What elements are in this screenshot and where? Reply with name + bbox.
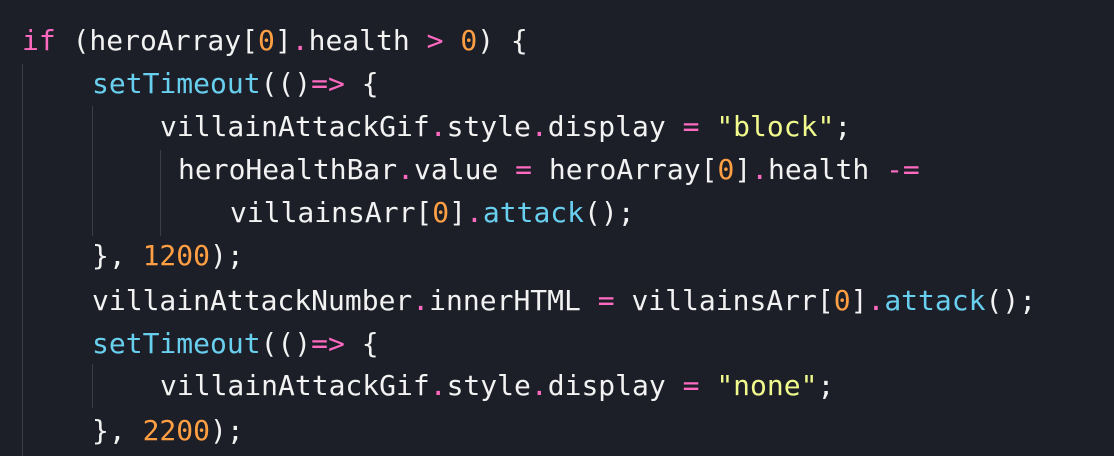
code-token: attack: [482, 196, 585, 229]
code-token: villainAttackNumber: [92, 284, 413, 317]
code-token: health: [768, 153, 887, 186]
code-token: .: [429, 110, 447, 143]
code-token: {: [344, 67, 379, 100]
code-token: if: [22, 24, 56, 57]
code-token: ) {: [477, 24, 528, 57]
code-token: =: [515, 153, 533, 186]
code-token: >: [426, 24, 444, 57]
code-editor[interactable]: if (heroArray[0].health > 0) { setTimeou…: [0, 0, 1114, 456]
code-token: );: [210, 239, 244, 272]
code-token: display: [547, 369, 683, 402]
code-token: ;: [817, 369, 835, 402]
code-token: 0: [833, 284, 851, 317]
code-token: (heroArray[: [55, 24, 259, 57]
code-line[interactable]: villainAttackGif.style.display = "none";: [160, 364, 834, 407]
code-token: ();: [584, 196, 635, 229]
code-token: .: [751, 153, 769, 186]
code-token: =: [682, 110, 700, 143]
code-line[interactable]: villainAttackGif.style.display = "block"…: [160, 105, 851, 148]
indent-guide: [160, 150, 161, 236]
code-line[interactable]: setTimeout(()=> {: [92, 322, 379, 365]
code-token: setTimeout: [92, 67, 261, 100]
code-token: .: [291, 24, 309, 57]
code-token: attack: [884, 284, 986, 317]
code-token: =: [682, 369, 700, 402]
code-token: .: [429, 369, 447, 402]
code-token: health: [308, 24, 427, 57]
code-token: {: [344, 327, 379, 360]
code-token: ]: [449, 196, 467, 229]
code-token: value: [414, 153, 516, 186]
code-token: villainsArr[: [230, 196, 433, 229]
code-token: ;: [834, 110, 852, 143]
code-token: ();: [985, 284, 1037, 317]
code-line[interactable]: setTimeout(()=> {: [92, 62, 379, 105]
code-token: villainAttackGif: [160, 369, 430, 402]
code-token: ]: [850, 284, 868, 317]
code-line[interactable]: villainsArr[0].attack();: [230, 191, 635, 234]
code-token: .: [397, 153, 415, 186]
code-token: =>: [311, 327, 345, 360]
code-token: ((): [260, 67, 312, 100]
code-token: );: [210, 414, 244, 447]
code-line[interactable]: if (heroArray[0].health > 0) {: [22, 19, 528, 62]
code-token: .: [466, 196, 483, 229]
code-token: heroHealthBar: [178, 153, 398, 186]
indent-guide: [92, 106, 93, 236]
code-token: "block": [716, 110, 835, 143]
code-token: style: [446, 369, 531, 402]
indent-guide: [92, 364, 93, 408]
code-token: .: [530, 110, 548, 143]
code-token: },: [92, 239, 143, 272]
code-line[interactable]: heroHealthBar.value = heroArray[0].healt…: [178, 148, 920, 191]
code-token: =>: [311, 67, 345, 100]
code-token: ]: [274, 24, 292, 57]
code-token: .: [867, 284, 885, 317]
code-token: ]: [734, 153, 752, 186]
code-token: .: [530, 369, 548, 402]
code-token: 0: [460, 24, 478, 57]
code-token: 0: [432, 196, 450, 229]
code-token: heroArray[: [532, 153, 718, 186]
code-token: 0: [717, 153, 735, 186]
code-token: },: [92, 414, 143, 447]
code-token: 2200: [142, 414, 211, 447]
code-token: .: [412, 284, 430, 317]
code-token: setTimeout: [92, 327, 261, 360]
code-token: "none": [716, 369, 818, 402]
code-line[interactable]: }, 2200);: [92, 409, 244, 452]
indent-guide: [22, 64, 23, 456]
code-token: -=: [886, 153, 920, 186]
code-token: =: [597, 284, 615, 317]
code-token: innerHTML: [429, 284, 598, 317]
code-token: style: [446, 110, 531, 143]
code-line[interactable]: villainAttackNumber.innerHTML = villains…: [92, 279, 1036, 322]
code-token: ((): [260, 327, 312, 360]
code-line[interactable]: }, 1200);: [92, 234, 244, 277]
code-token: 1200: [142, 239, 211, 272]
code-token: display: [547, 110, 683, 143]
code-token: villainsArr[: [614, 284, 834, 317]
code-token: 0: [258, 24, 275, 57]
code-token: villainAttackGif: [160, 110, 430, 143]
